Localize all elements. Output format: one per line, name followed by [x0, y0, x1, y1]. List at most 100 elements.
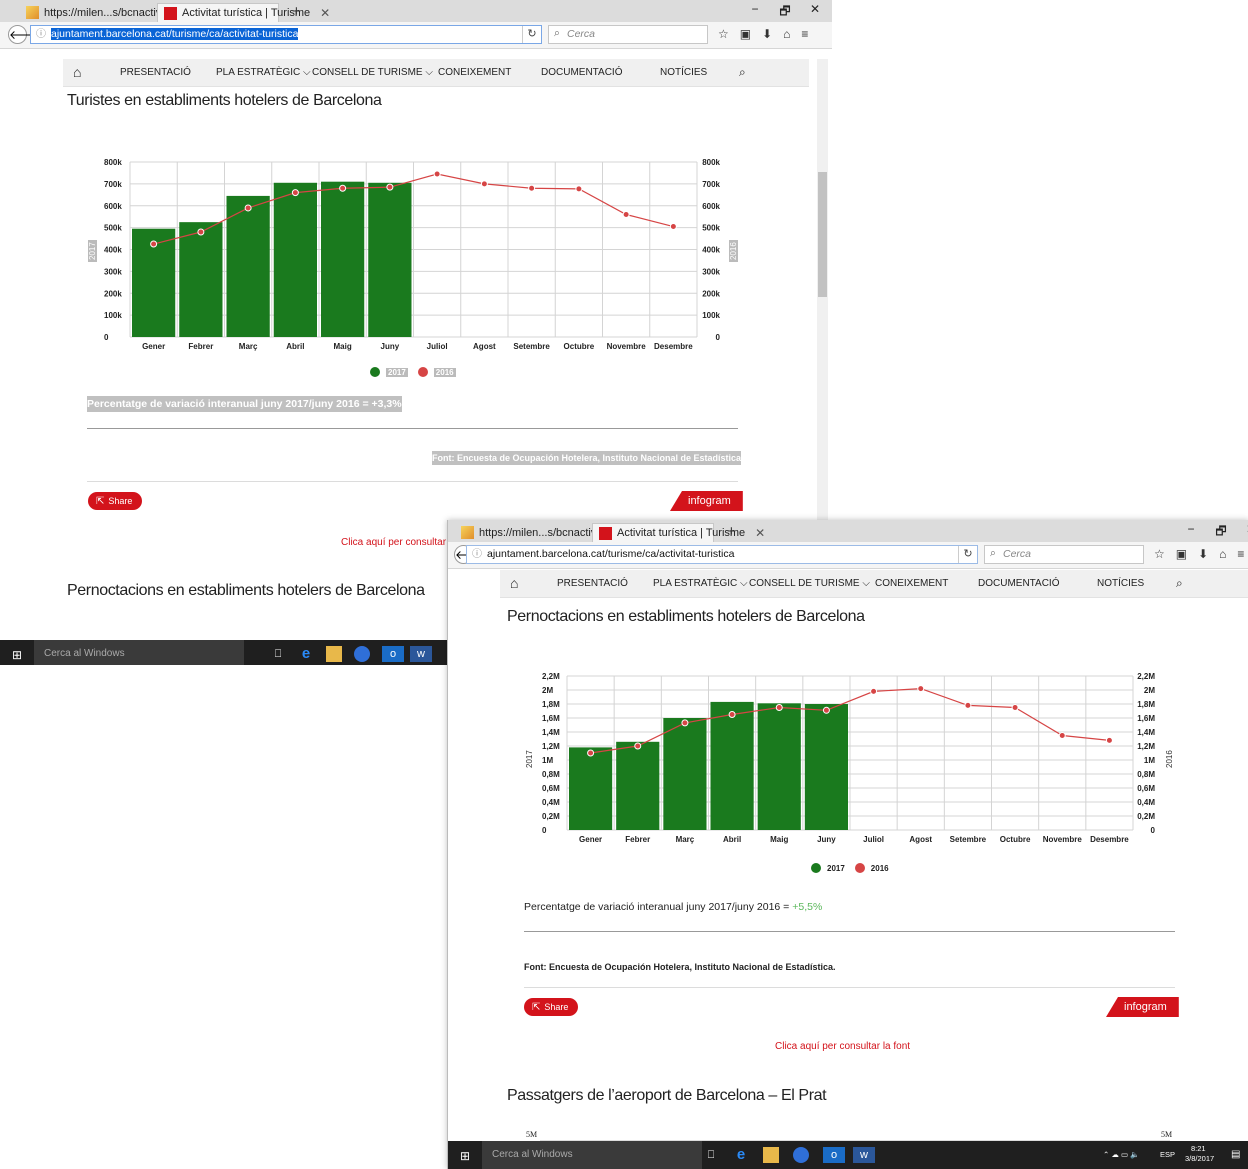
x-tick-label: Juny — [381, 342, 400, 351]
source-text: Font: Encuesta de Ocupación Hotelera, In… — [432, 451, 742, 465]
x-tick-label: Gener — [142, 342, 165, 351]
taskbar: ⊞ Cerca al Windows ⎕ e o w ⌃ ☁ ▭ 🔈 ESP 8… — [448, 1141, 1248, 1169]
legend-swatch-2017 — [811, 863, 821, 873]
point-2016 — [622, 211, 630, 218]
legend-label-2016: 2016 — [433, 367, 456, 377]
point-2016 — [822, 706, 830, 714]
task-view-icon[interactable]: ⎕ — [703, 1147, 719, 1163]
y-tick-label-right: 2M — [1144, 686, 1155, 695]
divider — [524, 987, 1175, 988]
firefox-icon[interactable] — [354, 646, 370, 662]
x-tick-label: Octubre — [1000, 835, 1031, 844]
x-tick-label: Abril — [286, 342, 304, 351]
bar-2017 — [179, 222, 223, 337]
divider — [87, 481, 738, 482]
y-tick-label-left: 0,4M — [542, 798, 560, 807]
x-tick-label: Març — [676, 835, 695, 844]
point-2016 — [917, 685, 925, 693]
outlook-icon[interactable]: o — [382, 646, 404, 662]
x-tick-label: Novembre — [607, 342, 647, 351]
point-2016 — [291, 189, 299, 197]
y-tick-label-right: 400k — [702, 246, 720, 255]
y-tick-label-right: 500k — [702, 224, 720, 233]
tray-icons[interactable]: ⌃ ☁ ▭ 🔈 — [1103, 1150, 1139, 1159]
point-2016 — [575, 185, 583, 193]
file-explorer-icon[interactable] — [763, 1147, 779, 1163]
taskbar: ⊞ Cerca al Windows ⎕ e o w — [0, 640, 447, 665]
font-link[interactable]: Clica aquí per consultar la font — [775, 1041, 910, 1052]
chart-legend: 2017 2016 — [811, 863, 889, 873]
word-icon[interactable]: w — [410, 646, 432, 662]
point-2016 — [681, 719, 689, 727]
chart-legend: 2017 2016 — [370, 367, 456, 377]
share-label: Share — [544, 1002, 569, 1012]
clock-date[interactable]: 3/8/2017 — [1185, 1154, 1214, 1163]
point-2016 — [1011, 704, 1019, 711]
clock-time[interactable]: 8:21 — [1191, 1144, 1206, 1153]
y-tick-label-right: 1,4M — [1137, 728, 1155, 737]
windows-start-icon[interactable]: ⊞ — [460, 1149, 470, 1163]
file-explorer-icon[interactable] — [326, 646, 342, 662]
share-label: Share — [108, 496, 133, 506]
x-tick-label: Octubre — [564, 342, 595, 351]
windows-start-icon[interactable]: ⊞ — [12, 648, 22, 662]
bar-2017 — [569, 747, 613, 830]
variation-value: +5,5% — [792, 901, 823, 913]
variation-prefix: Percentatge de variació interanual juny … — [524, 901, 793, 913]
task-view-icon[interactable]: ⎕ — [270, 646, 286, 662]
point-2016 — [964, 701, 972, 709]
point-2016 — [728, 711, 736, 718]
y-tick-label-left: 0,8M — [542, 770, 560, 779]
infogram-logo[interactable]: infogram — [670, 491, 743, 511]
y-tick-label-right: 200k — [702, 289, 720, 298]
y-tick-label-left: 0 — [542, 826, 547, 835]
x-tick-label: Setembre — [950, 835, 987, 844]
y-tick-label-left: 700k — [104, 180, 122, 189]
y-axis-label-left: 2017 — [88, 240, 97, 262]
y-tick-label-right: 2,2M — [1137, 672, 1155, 681]
y-tick-label-left: 800k — [104, 158, 122, 167]
share-button[interactable]: ⇱ Share — [524, 998, 579, 1016]
y-tick-label-left: 2M — [542, 686, 553, 695]
y-tick-label: 5M — [526, 1130, 538, 1139]
point-2016 — [1105, 736, 1113, 744]
outlook-icon[interactable]: o — [823, 1147, 845, 1163]
point-2016 — [775, 704, 783, 711]
bar-2017 — [616, 741, 660, 830]
taskbar-search[interactable]: Cerca al Windows — [34, 640, 244, 665]
y-tick-label-left: 100k — [104, 311, 122, 320]
bar-2017 — [368, 182, 412, 337]
bar-2017 — [226, 195, 270, 337]
y-tick-label-right: 1,2M — [1137, 742, 1155, 751]
legend-label-2016: 2016 — [870, 863, 889, 873]
y-tick-label-left: 0 — [104, 333, 109, 342]
share-button[interactable]: ⇱ Share — [88, 492, 143, 510]
point-2016 — [197, 228, 205, 236]
x-tick-label: Juliol — [427, 342, 448, 351]
firefox-icon[interactable] — [793, 1147, 809, 1163]
point-2016 — [150, 240, 158, 248]
y-tick-label-right: 1,8M — [1137, 700, 1155, 709]
y-tick-label-left: 0,6M — [542, 784, 560, 793]
y-tick-label-left: 2,2M — [542, 672, 560, 681]
x-tick-label: Desembre — [654, 342, 693, 351]
language-indicator[interactable]: ESP — [1160, 1150, 1175, 1159]
edge-icon[interactable]: e — [298, 646, 314, 662]
notifications-icon[interactable]: ▤ — [1231, 1149, 1240, 1160]
point-2016 — [244, 204, 252, 212]
point-2016 — [386, 183, 394, 191]
bar-2017 — [757, 703, 801, 830]
y-tick-label-left: 1,4M — [542, 728, 560, 737]
word-icon[interactable]: w — [853, 1147, 875, 1163]
edge-icon[interactable]: e — [733, 1147, 749, 1163]
legend-swatch-2017 — [370, 367, 380, 377]
point-2016 — [669, 223, 677, 231]
taskbar-search[interactable]: Cerca al Windows — [482, 1141, 702, 1169]
legend-swatch-2016 — [417, 367, 428, 377]
y-tick-label-left: 0,2M — [542, 812, 560, 821]
infogram-logo[interactable]: infogram — [1106, 997, 1179, 1017]
y-tick-label-right: 0 — [716, 333, 721, 342]
y-tick-label-left: 600k — [104, 202, 122, 211]
variation-text: Percentatge de variació interanual juny … — [524, 901, 822, 913]
y-tick-label-right: 0,4M — [1137, 798, 1155, 807]
